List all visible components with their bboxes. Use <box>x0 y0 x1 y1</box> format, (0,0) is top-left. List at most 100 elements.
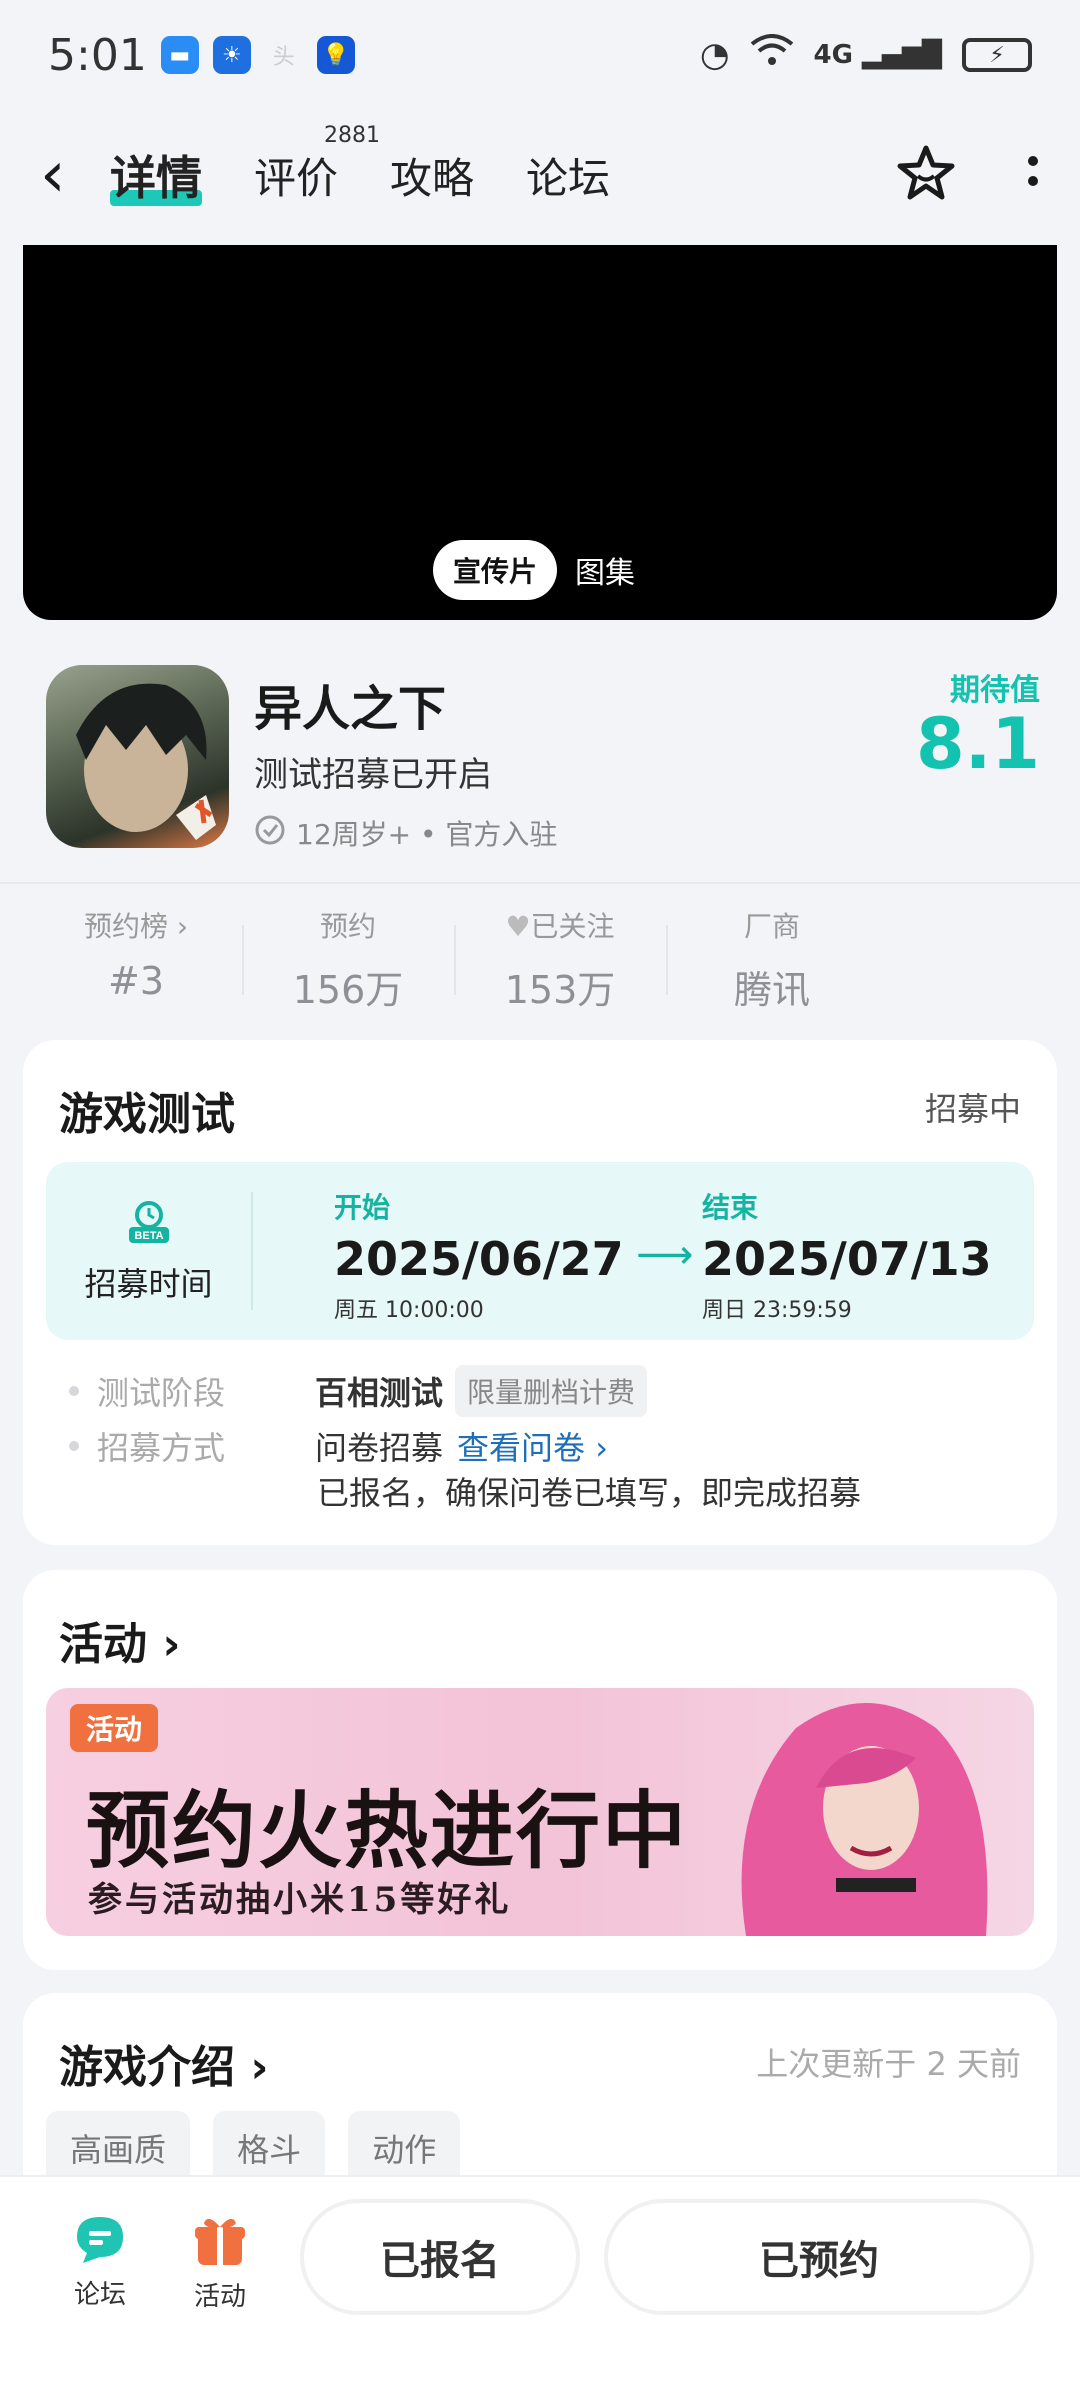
stat-followers-value: 153万 <box>504 968 616 1012</box>
gift-icon <box>192 2218 248 2276</box>
tab-forum[interactable]: 论坛 <box>526 145 610 206</box>
intro-updated: 上次更新于 2 天前 <box>756 2045 1021 2083</box>
favorite-star-icon[interactable] <box>896 143 956 207</box>
activity-banner[interactable]: 活动 预约火热进行中 参与活动抽小米15等好礼 <box>46 1688 1034 1936</box>
cellular-signal-icon: 4G ▂▄▆█ <box>813 40 942 70</box>
banner-title: 预约火热进行中 <box>86 1781 689 1880</box>
game-intro-title[interactable]: 游戏介绍 › <box>59 2031 268 2095</box>
recruit-status: 招募中 <box>924 1090 1021 1128</box>
test-stage-row: 测试阶段 百相测试 限量删档计费 <box>69 1365 648 1417</box>
activity-label: 活动 <box>193 2282 246 2312</box>
arrow-right-icon: ⟶ <box>636 1232 694 1278</box>
banner-activity-tag: 活动 <box>70 1704 159 1752</box>
verified-check-icon <box>254 814 286 853</box>
game-icon <box>46 665 229 848</box>
stat-rank[interactable]: 预约榜 › #3 <box>30 905 242 1015</box>
activity-title[interactable]: 活动 › <box>59 1608 180 1672</box>
more-menu-icon[interactable] <box>1026 153 1040 197</box>
activity-card: 活动 › 活动 预约火热进行中 参与活动抽小米15等好礼 <box>23 1570 1057 1970</box>
tag-chip[interactable]: 动作 <box>348 2111 461 2185</box>
speed-icon: ◔ <box>699 35 730 75</box>
bullet-dot <box>69 1441 79 1451</box>
recruit-time-left: BETA 招募时间 <box>46 1162 251 1340</box>
test-stage-label: 测试阶段 <box>97 1374 226 1412</box>
start-time: 周五 10:00:00 <box>334 1298 484 1323</box>
top-nav: ‹ 详情 评价 2881 攻略 论坛 <box>0 110 1080 240</box>
recruit-time-box: BETA 招募时间 开始 2025/06/27 周五 10:00:00 ⟶ 结束… <box>46 1162 1034 1340</box>
test-stage-value: 百相测试 <box>315 1374 444 1412</box>
game-test-title: 游戏测试 <box>59 1089 235 1140</box>
stat-reservations-value: 156万 <box>292 968 404 1012</box>
back-icon[interactable]: ‹ <box>40 138 110 212</box>
start-column: 开始 2025/06/27 周五 10:00:00 <box>334 1186 624 1324</box>
bullet-dot <box>69 1386 79 1396</box>
recruit-method-row: 招募方式 问卷招募 查看问卷 › <box>69 1423 608 1469</box>
recruit-method-value: 问卷招募 <box>315 1429 444 1467</box>
end-date: 2025/07/13 <box>702 1232 992 1286</box>
start-label: 开始 <box>334 1191 391 1224</box>
bottom-action-bar: 论坛 活动 已报名 已预约 <box>0 2175 1080 2382</box>
end-column: 结束 2025/07/13 周日 23:59:59 <box>702 1186 992 1324</box>
game-meta-text: 12周岁+ • 官方入驻 <box>296 818 558 851</box>
recruit-time-label: 招募时间 <box>84 1265 213 1303</box>
status-time: 5:01 <box>48 29 147 81</box>
bottom-forum-button[interactable]: 论坛 <box>50 2213 150 2311</box>
tab-reviews-label: 评价 <box>254 153 339 203</box>
stat-rank-value: #3 <box>107 959 165 1003</box>
intro-tags: 高画质 格斗 动作 <box>46 2111 478 2185</box>
tab-details-label: 详情 <box>110 151 202 205</box>
tab-forum-label: 论坛 <box>526 153 611 203</box>
bottom-activity-button[interactable]: 活动 <box>170 2213 270 2313</box>
forum-label: 论坛 <box>73 2280 126 2310</box>
stat-reservations-label: 预约 <box>319 910 376 943</box>
network-type: 4G <box>813 40 853 70</box>
signed-up-button[interactable]: 已报名 <box>300 2199 580 2315</box>
stat-followers-label: ♥已关注 <box>454 905 666 945</box>
start-date: 2025/06/27 <box>334 1232 624 1286</box>
test-stage-tag: 限量删档计费 <box>455 1365 648 1417</box>
stat-publisher: 厂商 腾讯 <box>666 905 878 1015</box>
media-tab-trailer[interactable]: 宣传片 <box>433 540 558 600</box>
tab-details[interactable]: 详情 <box>110 142 202 208</box>
media-tab-gallery[interactable]: 图集 <box>575 548 635 592</box>
stat-publisher-value: 腾讯 <box>733 968 810 1012</box>
tag-chip[interactable]: 格斗 <box>213 2111 326 2185</box>
forum-chat-icon <box>71 2217 129 2274</box>
beta-badge-text: BETA <box>134 1230 163 1242</box>
recruit-note-row: 已报名，确保问卷已填写，即完成招募 <box>317 1468 861 1514</box>
stats-row: 预约榜 › #3 预约 156万 ♥已关注 153万 厂商 腾讯 <box>30 905 1050 1015</box>
message-app-icon: ▬ <box>160 36 199 74</box>
status-left: 5:01 ▬ ☀ 头 💡 <box>48 30 355 81</box>
expectation-value: 8.1 <box>915 703 1040 785</box>
game-title: 异人之下 <box>254 681 447 737</box>
heart-icon: ♥ <box>505 910 531 943</box>
nav-actions <box>896 143 1040 207</box>
news-app-icon: 头 <box>272 45 295 70</box>
tab-reviews[interactable]: 评价 2881 <box>254 123 380 206</box>
stat-followers: ♥已关注 153万 <box>454 905 666 1015</box>
banner-character-illustration <box>741 1703 988 1936</box>
recruit-note: 已报名，确保问卷已填写，即完成招募 <box>317 1474 862 1512</box>
weather-app-icon: ☀ <box>212 36 251 74</box>
divider <box>0 882 1080 884</box>
media-tabs: 宣传片 图集 <box>433 540 635 600</box>
reserved-button[interactable]: 已预约 <box>604 2199 1034 2315</box>
recruit-divider <box>251 1192 253 1310</box>
tab-guides[interactable]: 攻略 <box>390 145 474 206</box>
game-header: 异人之下 测试招募已开启 12周岁+ • 官方入驻 期待值 8.1 <box>46 665 1046 855</box>
expectation-score: 期待值 8.1 <box>916 665 1040 779</box>
tag-chip[interactable]: 高画质 <box>46 2111 191 2185</box>
end-time: 周日 23:59:59 <box>702 1298 852 1323</box>
banner-subtitle: 参与活动抽小米15等好礼 <box>88 1880 512 1920</box>
bulb-app-icon: 💡 <box>316 36 355 74</box>
game-test-card: 游戏测试 招募中 BETA 招募时间 开始 2025/06/27 周五 10:0… <box>23 1040 1057 1545</box>
promo-video-player[interactable]: 宣传片 图集 <box>23 245 1057 620</box>
view-survey-link[interactable]: 查看问卷 › <box>457 1423 608 1469</box>
battery-icon: ⚡ <box>962 38 1032 72</box>
tab-guides-label: 攻略 <box>390 153 475 203</box>
recruit-method-label: 招募方式 <box>97 1429 226 1467</box>
stat-followers-label-text: 已关注 <box>530 910 615 943</box>
status-bar: 5:01 ▬ ☀ 头 💡 ◔ 4G ▂▄▆█ ⚡ <box>0 0 1080 110</box>
game-subtitle: 测试招募已开启 <box>254 755 492 795</box>
end-label: 结束 <box>702 1191 759 1224</box>
